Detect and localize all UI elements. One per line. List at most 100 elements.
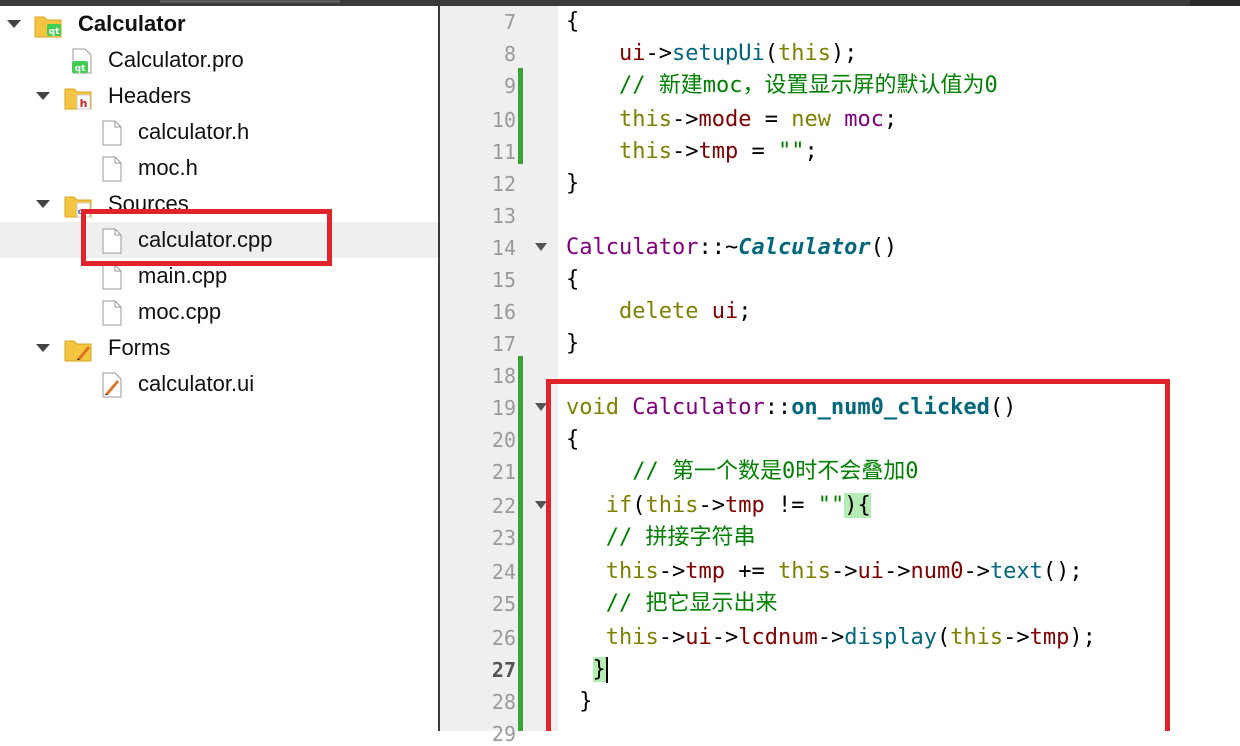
file-icon <box>102 264 122 290</box>
line-number: 14 <box>491 236 516 260</box>
line-number: 7 <box>503 10 516 34</box>
token: moc <box>844 107 884 132</box>
tree-label-calculator-pro: Calculator.pro <box>108 47 244 72</box>
tree-node-forms[interactable]: Forms <box>0 330 438 366</box>
tree-node-headers[interactable]: h Headers <box>0 78 438 114</box>
expand-arrow-icon[interactable] <box>7 20 21 28</box>
code-line-9: // 新建moc，设置显示屏的默认值为0 <box>566 70 998 102</box>
svg-text:qt: qt <box>75 64 86 74</box>
token: tmp <box>698 139 739 164</box>
file-icon <box>102 120 122 146</box>
token: delete <box>618 299 699 324</box>
line-number: 22 <box>491 494 516 518</box>
token: ::~ <box>698 235 739 260</box>
token: } <box>566 171 580 196</box>
token: ui <box>711 299 739 324</box>
code-line-11: this->tmp = ""; <box>566 136 818 168</box>
tree-label-main-cpp: main.cpp <box>138 263 228 288</box>
token: this <box>777 41 831 66</box>
token: ; <box>738 299 752 324</box>
line-number: 13 <box>491 204 516 228</box>
token: ; <box>883 107 898 132</box>
code-line-17: } <box>566 328 579 360</box>
token: ; <box>804 139 818 164</box>
token: () <box>870 235 898 260</box>
svg-text:qt: qt <box>49 27 60 37</box>
line-number: 18 <box>491 364 516 388</box>
svg-text:h: h <box>80 97 88 110</box>
file-icon <box>102 300 122 326</box>
code-line-8: ui->setupUi(this); <box>566 38 857 70</box>
line-number: 28 <box>491 690 516 714</box>
token: ( <box>764 41 778 66</box>
token: = <box>751 107 792 132</box>
code-line-15: { <box>566 264 579 296</box>
code-line-16: delete ui; <box>566 296 751 328</box>
tree-label-moc-h: moc.h <box>138 155 198 180</box>
forms-folder-icon <box>64 340 92 362</box>
expand-arrow-icon[interactable] <box>36 92 50 100</box>
fold-marker-icon[interactable] <box>535 243 547 251</box>
tree-item-moc-cpp[interactable]: moc.cpp <box>0 294 438 330</box>
line-number: 19 <box>491 396 516 420</box>
code-line-10: this->mode = new moc; <box>566 104 897 136</box>
line-number: 17 <box>491 332 516 356</box>
code-line-7: { <box>566 6 579 38</box>
qt-project-folder-icon: qt <box>34 16 62 38</box>
line-number: 8 <box>503 42 516 66</box>
token: = <box>738 139 778 164</box>
tree-label-calculator-ui: calculator.ui <box>138 371 255 396</box>
line-number: 26 <box>491 626 516 650</box>
tree-label-headers: Headers <box>108 83 192 108</box>
tree-label-calculator: Calculator <box>78 11 186 36</box>
line-number: 20 <box>491 428 516 452</box>
tree-label-moc-cpp: moc.cpp <box>138 299 222 324</box>
line-number: 16 <box>491 300 516 324</box>
headers-folder-icon: h <box>64 88 92 110</box>
line-number: 21 <box>491 460 516 484</box>
highlight-box-calculator-cpp <box>81 209 332 266</box>
token: "" <box>777 139 805 164</box>
line-number: 24 <box>491 560 516 584</box>
token: this <box>618 107 672 132</box>
token: ui <box>618 41 646 66</box>
change-bar <box>518 68 523 164</box>
tree-label-calculator-h: calculator.h <box>138 119 250 144</box>
line-number: 15 <box>491 268 516 292</box>
qt-pro-file-icon: qt <box>72 48 92 74</box>
token: -> <box>645 41 672 66</box>
tree-node-calculator[interactable]: qt Calculator <box>0 6 438 42</box>
token: } <box>566 331 580 356</box>
line-number: 10 <box>491 108 516 132</box>
top-bar-tab-indicator <box>160 0 340 3</box>
token: new <box>791 107 831 132</box>
tree-item-calculator-h[interactable]: calculator.h <box>0 114 438 150</box>
line-number: 12 <box>491 172 516 196</box>
token: mode <box>698 107 752 132</box>
line-number-current: 27 <box>491 658 516 682</box>
file-icon <box>102 156 122 182</box>
token: Calculator <box>566 235 699 260</box>
expand-arrow-icon[interactable] <box>36 200 50 208</box>
line-number: 25 <box>491 592 516 616</box>
line-number: 11 <box>491 140 516 164</box>
line-number: 29 <box>491 722 516 746</box>
token: ); <box>830 41 858 66</box>
token: { <box>566 9 580 34</box>
token: Calculator <box>738 235 871 260</box>
code-line-12: } <box>566 168 579 200</box>
highlight-box-on-num0-clicked <box>546 379 1170 731</box>
comment: // 新建moc，设置显示屏的默认值为0 <box>618 73 998 98</box>
tree-item-calculator-ui[interactable]: calculator.ui <box>0 366 438 402</box>
project-tree: qt Calculator qt Calculator.pro h Header… <box>0 6 438 731</box>
change-bar <box>518 356 523 731</box>
tree-item-calculator-pro[interactable]: qt Calculator.pro <box>0 42 438 78</box>
token: -> <box>671 107 699 132</box>
tree-item-moc-h[interactable]: moc.h <box>0 150 438 186</box>
code-line-14: Calculator::~Calculator() <box>566 232 897 264</box>
ui-form-file-icon <box>102 372 122 398</box>
token: setupUi <box>671 41 765 66</box>
expand-arrow-icon[interactable] <box>36 344 50 352</box>
